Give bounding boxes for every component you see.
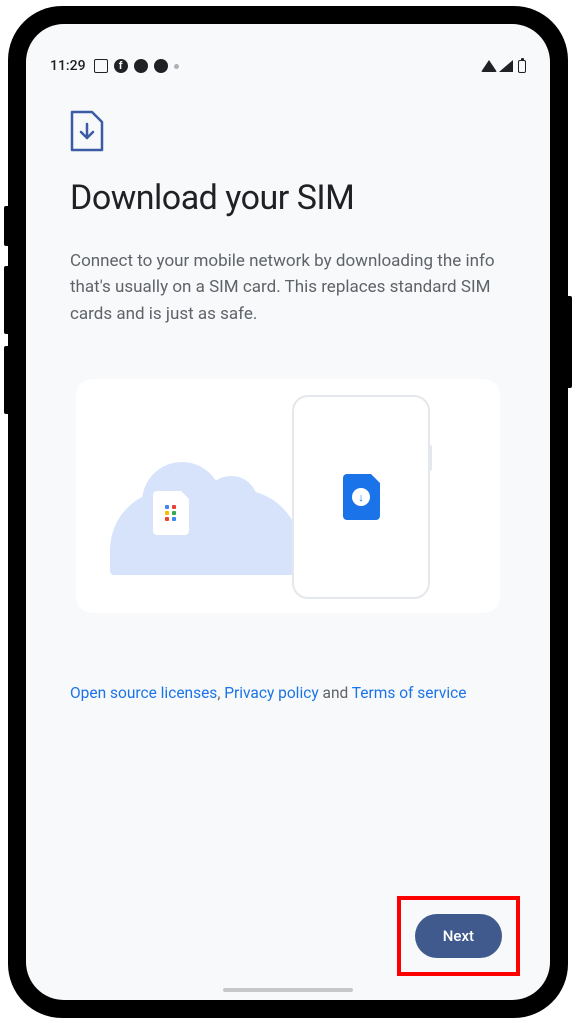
wifi-icon (481, 60, 497, 72)
next-button[interactable]: Next (415, 914, 502, 958)
notification-dot-icon (134, 59, 148, 73)
volume-down-button (4, 346, 8, 414)
page-content: Download your SIM Connect to your mobile… (26, 74, 550, 705)
cloud-illustration (110, 490, 300, 575)
sim-download-icon (70, 110, 104, 152)
esim-download-icon: ↓ (343, 474, 380, 520)
download-arrow-icon: ↓ (352, 488, 370, 506)
status-time: 11:29 (50, 58, 86, 74)
bottom-action-bar: Next (397, 896, 520, 976)
notification-dot-icon (154, 59, 168, 73)
status-bar-left: 11:29 f (50, 58, 179, 74)
side-button (4, 206, 8, 246)
notification-chat-icon (94, 59, 108, 73)
phone-illustration: ↓ (292, 395, 430, 599)
cloud-sim-card-illustration (153, 491, 189, 535)
annotation-highlight: Next (397, 896, 520, 976)
cellular-signal-icon (499, 60, 513, 72)
status-bar: 11:29 f (26, 52, 550, 74)
status-bar-right (481, 60, 526, 73)
power-button (568, 296, 572, 388)
more-notifications-dot (174, 64, 179, 69)
screen: 11:29 f Download your SIM Con (26, 24, 550, 1000)
legal-links: Open source licenses, Privacy policy and… (70, 681, 506, 705)
google-colors-icon (165, 505, 177, 521)
page-description: Connect to your mobile network by downlo… (70, 248, 506, 327)
open-source-licenses-link[interactable]: Open source licenses (70, 684, 217, 702)
volume-up-button (4, 266, 8, 334)
illustration-card: ↓ (76, 379, 500, 613)
privacy-policy-link[interactable]: Privacy policy (224, 684, 318, 702)
connector-text: and (319, 684, 352, 702)
page-title: Download your SIM (70, 178, 506, 218)
terms-of-service-link[interactable]: Terms of service (352, 684, 467, 702)
phone-device-frame: 11:29 f Download your SIM Con (8, 6, 568, 1018)
gesture-navigation-bar[interactable] (223, 988, 353, 992)
battery-icon (518, 60, 526, 73)
facebook-notification-icon: f (114, 59, 128, 73)
